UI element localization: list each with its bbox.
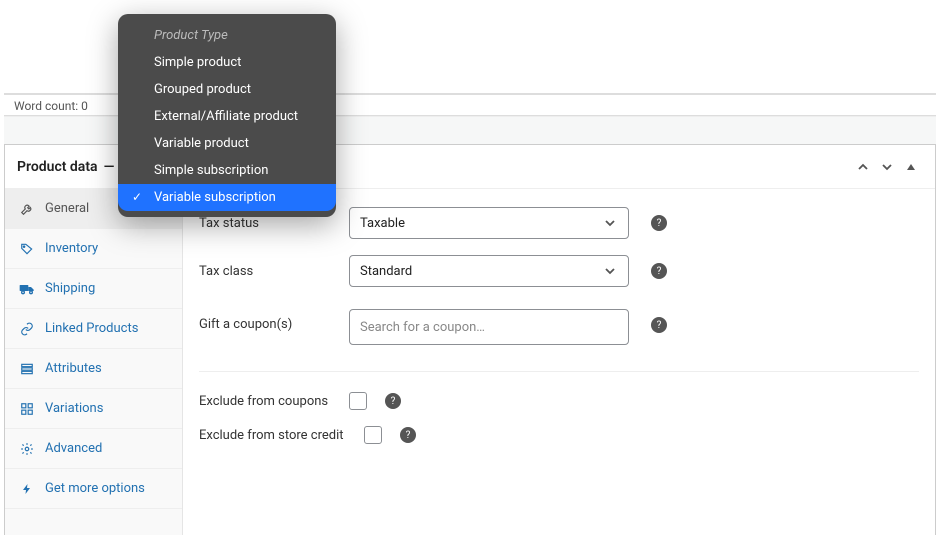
divider xyxy=(199,371,919,372)
sidebar-item-label: Get more options xyxy=(45,481,145,496)
product-data-sidebar: General Inventory Shipping Linked Products A… xyxy=(5,189,183,535)
sidebar-item-label: Linked Products xyxy=(45,321,138,336)
gift-coupon-placeholder: Search for a coupon… xyxy=(360,320,485,335)
sidebar-item-advanced[interactable]: Advanced xyxy=(5,429,182,469)
sidebar-item-label: Advanced xyxy=(45,441,102,456)
product-type-option[interactable]: Grouped product xyxy=(118,76,336,103)
gift-coupon-label: Gift a coupon(s) xyxy=(199,309,339,332)
product-type-option[interactable]: External/Affiliate product xyxy=(118,103,336,130)
panel-toggle-button[interactable] xyxy=(899,155,923,179)
sidebar-item-getmore[interactable]: Get more options xyxy=(5,469,182,509)
exclude-store-credit-checkbox[interactable] xyxy=(364,426,382,444)
tax-class-value: Standard xyxy=(360,264,412,279)
grid-icon xyxy=(19,401,35,417)
truck-icon xyxy=(19,281,35,297)
product-type-option[interactable]: Simple subscription xyxy=(118,157,336,184)
gift-coupon-row: Gift a coupon(s) Search for a coupon… ? xyxy=(183,295,935,359)
dropdown-group-label: Product Type xyxy=(118,22,336,49)
sidebar-item-label: Inventory xyxy=(45,241,98,256)
help-icon[interactable]: ? xyxy=(651,263,667,279)
sidebar-item-attributes[interactable]: Attributes xyxy=(5,349,182,389)
help-icon[interactable]: ? xyxy=(651,215,667,231)
product-type-dropdown[interactable]: Product Type Simple productGrouped produ… xyxy=(118,14,336,217)
exclude-coupons-checkbox[interactable] xyxy=(349,392,367,410)
sidebar-item-label: Shipping xyxy=(45,281,95,296)
chevron-down-icon xyxy=(602,215,618,231)
tax-status-label: Tax status xyxy=(199,216,339,231)
chevron-down-icon xyxy=(602,263,618,279)
sidebar-item-inventory[interactable]: Inventory xyxy=(5,229,182,269)
tax-class-select[interactable]: Standard xyxy=(349,255,629,287)
exclude-coupons-row: Exclude from coupons ? xyxy=(183,384,935,418)
panel-title: Product data xyxy=(17,159,98,175)
link-icon xyxy=(19,321,35,337)
exclude-store-credit-row: Exclude from store credit ? xyxy=(183,418,935,452)
wrench-icon xyxy=(19,201,35,217)
tax-status-select[interactable]: Taxable xyxy=(349,207,629,239)
help-icon[interactable]: ? xyxy=(651,317,667,333)
exclude-coupons-label: Exclude from coupons xyxy=(199,394,339,409)
bolt-icon xyxy=(19,481,35,497)
gift-coupon-input[interactable]: Search for a coupon… xyxy=(349,309,629,345)
list-icon xyxy=(19,361,35,377)
product-type-option[interactable]: Variable subscription xyxy=(118,184,336,211)
price-icon xyxy=(19,241,35,257)
tax-status-value: Taxable xyxy=(360,216,405,231)
sidebar-item-label: General xyxy=(45,201,89,216)
panel-move-up-button[interactable] xyxy=(851,155,875,179)
sidebar-item-shipping[interactable]: Shipping xyxy=(5,269,182,309)
help-icon[interactable]: ? xyxy=(385,393,401,409)
product-type-option[interactable]: Simple product xyxy=(118,49,336,76)
help-icon[interactable]: ? xyxy=(400,427,416,443)
exclude-store-credit-label: Exclude from store credit xyxy=(199,428,354,443)
sidebar-item-variations[interactable]: Variations xyxy=(5,389,182,429)
product-type-option[interactable]: Variable product xyxy=(118,130,336,157)
panel-dash: — xyxy=(104,159,115,175)
tax-class-label: Tax class xyxy=(199,264,339,279)
sidebar-item-label: Variations xyxy=(45,401,103,416)
sidebar-item-linked[interactable]: Linked Products xyxy=(5,309,182,349)
gear-icon xyxy=(19,441,35,457)
panel-move-down-button[interactable] xyxy=(875,155,899,179)
product-data-content: Tax status Taxable ? Tax class Standard xyxy=(183,189,935,535)
sidebar-item-label: Attributes xyxy=(45,361,102,376)
tax-class-row: Tax class Standard ? xyxy=(183,247,935,295)
